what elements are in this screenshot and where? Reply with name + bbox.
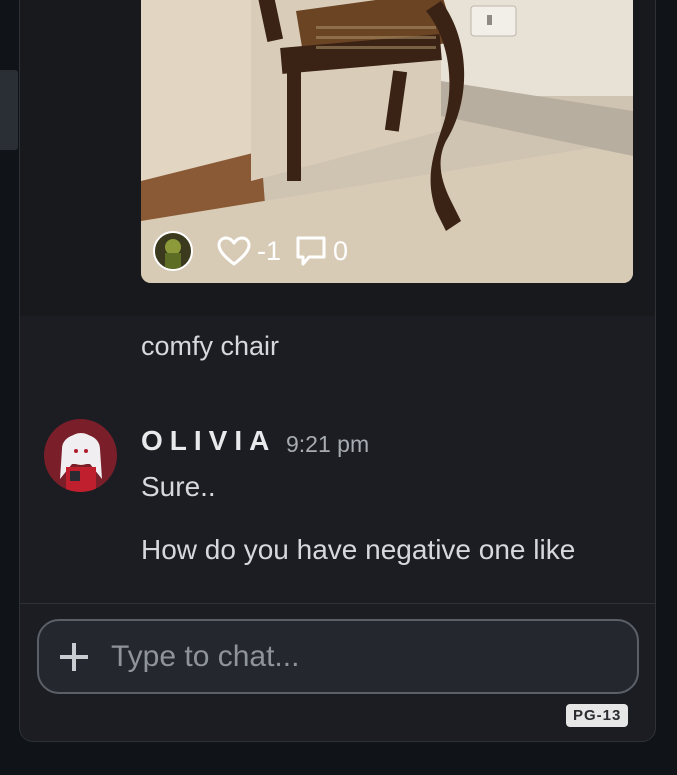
comment-button[interactable]: 0 bbox=[295, 235, 348, 267]
comment-count: 0 bbox=[333, 235, 349, 266]
post-caption: comfy chair bbox=[141, 331, 280, 361]
chat-input[interactable] bbox=[111, 639, 637, 674]
message-username[interactable]: OLIVIA bbox=[141, 425, 276, 457]
chat-composer bbox=[37, 619, 639, 694]
post-meta: -1 0 bbox=[153, 231, 354, 271]
chat-page: -1 0 comfy chair OLIVIA 9:21 pm Sure.. H… bbox=[0, 0, 677, 775]
message-timestamp: 9:21 pm bbox=[286, 431, 370, 457]
like-count: -1 bbox=[257, 235, 282, 266]
message-text: How do you have negative one like bbox=[141, 534, 576, 565]
chat-panel: -1 0 comfy chair OLIVIA 9:21 pm Sure.. H… bbox=[19, 0, 656, 742]
message-text: Sure.. bbox=[141, 471, 216, 502]
post-image[interactable]: -1 0 bbox=[141, 0, 633, 283]
composer-divider bbox=[20, 603, 655, 604]
poster-avatar[interactable] bbox=[153, 231, 193, 271]
side-panel-tab[interactable] bbox=[0, 70, 18, 150]
plus-icon[interactable] bbox=[39, 642, 109, 672]
heart-icon bbox=[217, 236, 251, 266]
comment-icon bbox=[295, 235, 327, 267]
avatar[interactable] bbox=[44, 419, 117, 492]
rating-badge: PG-13 bbox=[566, 704, 629, 727]
like-button[interactable]: -1 bbox=[217, 236, 281, 267]
